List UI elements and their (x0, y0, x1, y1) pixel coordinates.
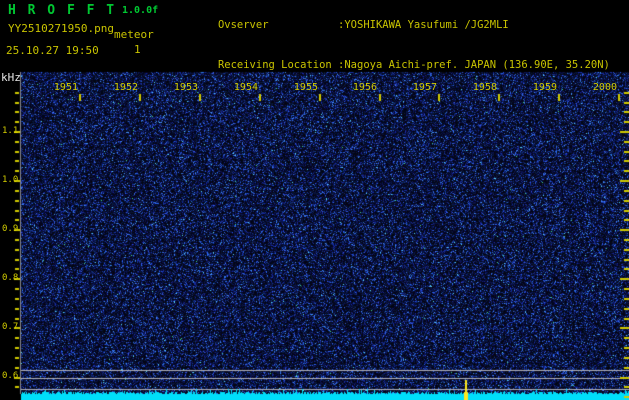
time-tick-label: 1959 (531, 82, 557, 93)
time-tick-label: 1954 (232, 82, 258, 93)
freq-tick-label: 0.7 (2, 322, 18, 332)
time-tick-label: 1955 (292, 82, 318, 93)
time-tick-label: 1957 (411, 82, 437, 93)
time-tick-label: 1952 (112, 82, 138, 93)
time-tick-label: 1953 (172, 82, 198, 93)
freq-tick-label: 1.1 (2, 126, 18, 136)
spectrogram-plot: kHz 1.1 1.0 0.9 0.8 0.7 0.6 1951 1952 19… (0, 0, 629, 400)
freq-tick-label: 1.0 (2, 175, 18, 185)
freq-tick-label: 0.9 (2, 224, 18, 234)
freq-tick-label: 0.6 (2, 371, 18, 381)
spectrogram-canvas (0, 70, 629, 400)
freq-unit-label: kHz (1, 71, 21, 84)
time-tick-label: 1956 (351, 82, 377, 93)
time-tick-label: 1958 (471, 82, 497, 93)
hrofft-screen: H R O F F T 1.0.0f YY2510271950.png mete… (0, 0, 629, 400)
freq-tick-label: 0.8 (2, 273, 18, 283)
time-tick-label: 2000 (591, 82, 617, 93)
time-tick-label: 1951 (52, 82, 78, 93)
